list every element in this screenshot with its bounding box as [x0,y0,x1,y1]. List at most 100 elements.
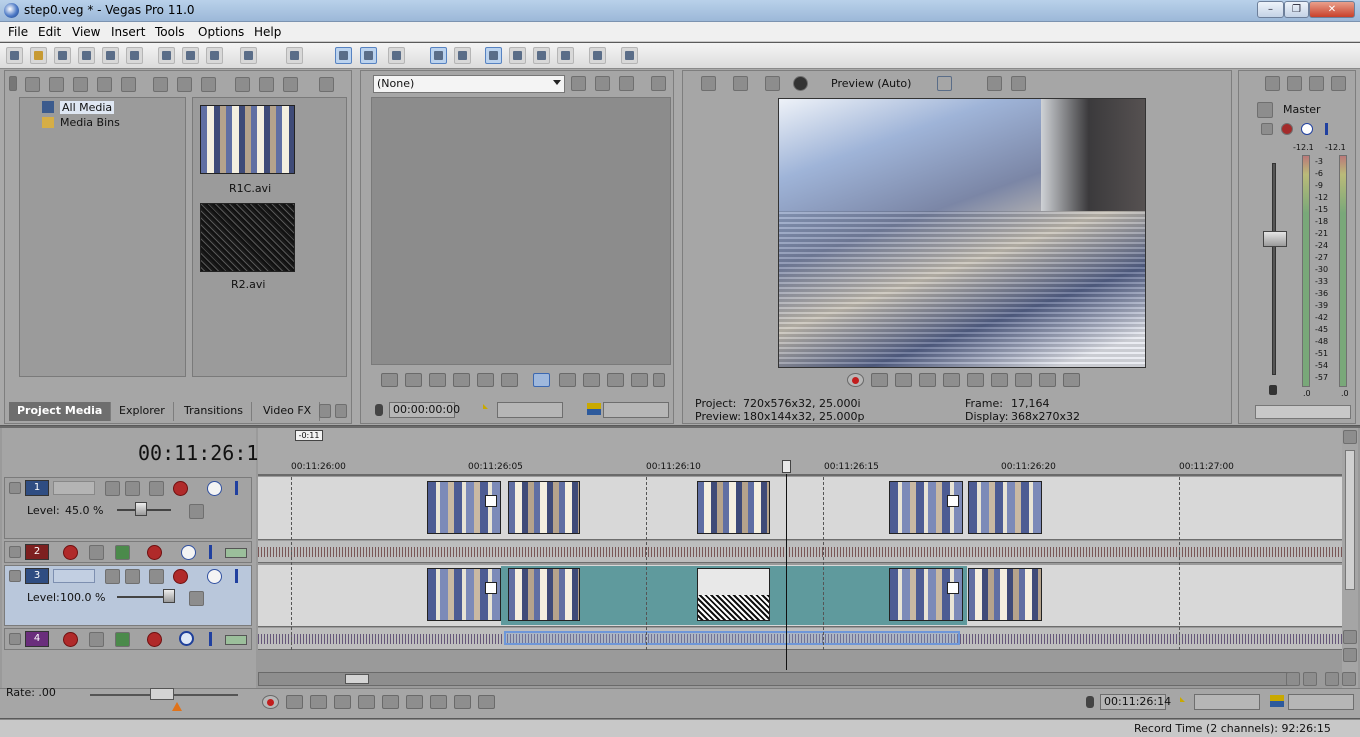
video-clip[interactable] [968,568,1042,621]
loop-icon[interactable] [286,695,303,709]
marker-flag-icon[interactable] [1343,430,1357,444]
mixer-properties-icon[interactable] [1265,76,1280,91]
fit-icon[interactable] [631,373,648,387]
track-fx-icon[interactable] [173,569,188,584]
auto-ripple-icon[interactable] [335,47,352,64]
maximize-button[interactable]: ❐ [1284,1,1309,18]
record-icon[interactable] [262,695,279,709]
previous-frame-icon[interactable] [454,695,471,709]
selection-length-field[interactable] [1288,694,1354,710]
play-icon[interactable] [919,373,936,387]
save-snapshot-icon[interactable] [1011,76,1026,91]
tab-video-fx[interactable]: Video FX [255,402,321,421]
get-media-web-icon[interactable] [73,77,88,92]
video-clip[interactable] [427,481,501,534]
video-clip[interactable] [508,568,580,621]
play-from-start-icon[interactable] [310,695,327,709]
normal-edit-tool-icon[interactable] [485,47,502,64]
video-clip[interactable] [508,481,580,534]
video-clip[interactable] [968,481,1042,534]
pan-crop-icon[interactable] [485,582,497,594]
dim-output-icon[interactable] [1309,76,1324,91]
track-fx-icon[interactable] [147,632,162,647]
media-properties-icon[interactable] [177,77,192,92]
pan-crop-icon[interactable] [485,495,497,507]
brush-icon[interactable] [589,47,606,64]
video-clip[interactable] [697,481,770,534]
play-from-start-icon[interactable] [405,373,422,387]
track-header-3[interactable]: 3 Level: 100.0 % [4,565,252,626]
selection-tool-icon[interactable] [533,47,550,64]
overlays-grid-icon[interactable] [937,76,952,91]
expand-up-icon[interactable] [209,591,224,606]
master-fader-handle[interactable] [1263,231,1287,247]
undo-icon[interactable] [240,47,257,64]
preview-play-icon[interactable] [235,77,250,92]
play-icon[interactable] [334,695,351,709]
go-to-end-icon[interactable] [1015,373,1032,387]
trimmer-length-field[interactable] [603,402,669,418]
pause-icon[interactable] [358,695,375,709]
mute-icon[interactable] [207,569,222,584]
add-to-timeline-icon[interactable] [559,373,576,387]
cut-icon[interactable] [158,47,175,64]
monitor-icon[interactable] [651,76,666,91]
downmix-icon[interactable] [1287,76,1302,91]
collapse-icon[interactable] [9,482,21,494]
copy-snapshot-icon[interactable] [987,76,1002,91]
zoom-in-icon[interactable] [1303,672,1317,686]
open-folder-icon[interactable] [30,47,47,64]
fx-lightning-icon[interactable] [595,76,610,91]
preview-fx-icon[interactable] [765,76,780,91]
stop-icon[interactable] [382,695,399,709]
stop-icon[interactable] [477,373,494,387]
zoom-tool-icon[interactable] [1342,672,1356,686]
scroll-right-icon[interactable] [1286,672,1300,686]
mute-icon[interactable] [181,545,196,560]
menu-view[interactable]: View [72,25,100,39]
menu-help[interactable]: Help [254,25,281,39]
compositing-mode-icon[interactable] [105,569,120,584]
save-as-icon[interactable] [78,47,95,64]
solo-icon[interactable] [235,481,238,495]
refresh-icon[interactable] [97,77,112,92]
track-name-field[interactable] [53,481,95,495]
save-icon[interactable] [54,47,71,64]
pan-icon[interactable] [1261,123,1273,135]
go-to-start-icon[interactable] [991,373,1008,387]
menu-tools[interactable]: Tools [155,25,185,39]
loop-icon[interactable] [871,373,888,387]
split-screen-icon[interactable] [793,76,808,91]
minimize-button[interactable]: – [1257,1,1284,18]
text-icon[interactable] [571,76,586,91]
tab-project-media[interactable]: Project Media [9,402,112,421]
level-slider-handle[interactable] [135,502,147,516]
project-properties-icon[interactable] [701,76,716,91]
envelope-tool-icon[interactable] [509,47,526,64]
level-slider-handle[interactable] [163,589,175,603]
search-media-icon[interactable] [121,77,136,92]
track-motion-icon[interactable] [125,569,140,584]
track-name-field[interactable] [53,569,95,583]
stop-icon[interactable] [967,373,984,387]
trimmer-in-field[interactable] [497,402,563,418]
properties-icon[interactable] [126,47,143,64]
pause-icon[interactable] [943,373,960,387]
generate-media-icon[interactable] [189,591,204,606]
next-frame-icon[interactable] [478,695,495,709]
play-from-start-icon[interactable] [895,373,912,387]
video-clip[interactable] [427,568,501,621]
views-icon[interactable] [319,77,334,92]
mute-icon[interactable] [207,481,222,496]
expand-down-icon[interactable] [229,504,244,519]
collapse-icon[interactable] [9,546,21,558]
clear-icon[interactable] [619,76,634,91]
tree-item-all-media[interactable]: All Media [60,101,115,114]
horizontal-scrollbar[interactable] [258,672,1298,686]
close-button[interactable]: ✕ [1309,1,1355,18]
parent-composite-icon[interactable] [149,481,164,496]
whats-this-help-icon[interactable] [621,47,638,64]
invert-phase-icon[interactable] [89,545,104,560]
import-media-icon[interactable] [25,77,40,92]
go-to-end-icon[interactable] [430,695,447,709]
